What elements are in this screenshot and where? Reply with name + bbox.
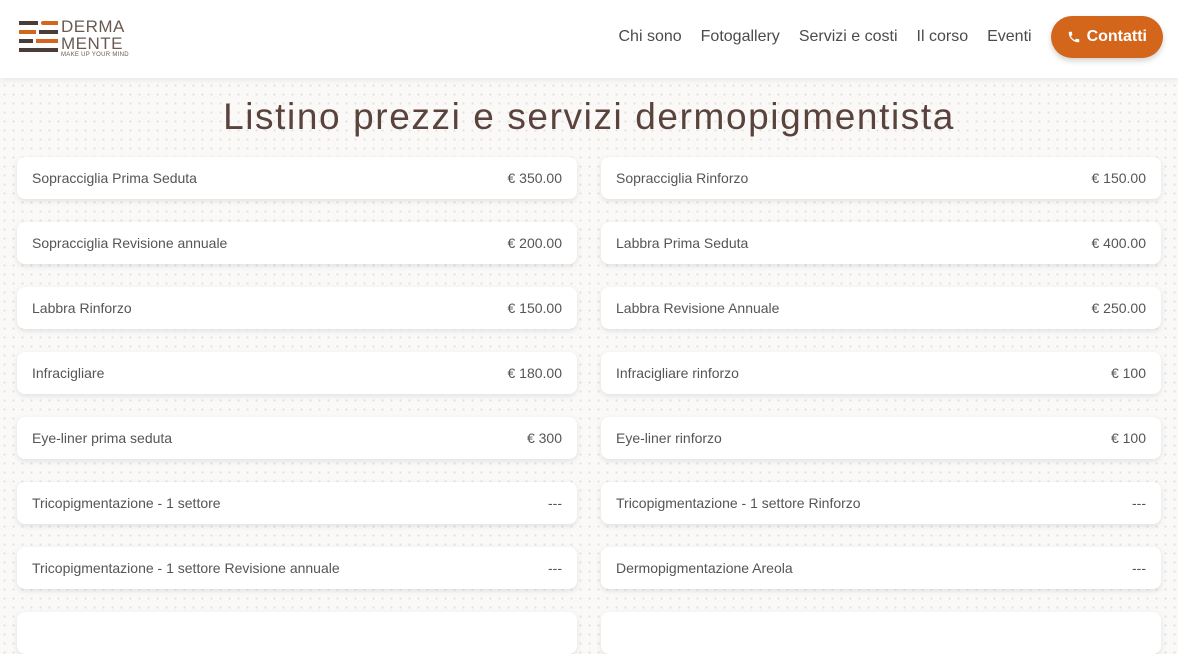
service-name: Dermopigmentazione Areola [616, 560, 793, 576]
service-row: Dermopigmentazione Areola --- [601, 547, 1161, 589]
service-row: Eye-liner rinforzo € 100 [601, 417, 1161, 459]
logo-tagline: MAKE UP YOUR MIND [61, 52, 129, 58]
service-price: --- [548, 495, 562, 511]
logo-wordmark: DERMA MENTE [61, 18, 125, 52]
service-name: Eye-liner prima seduta [32, 430, 173, 446]
service-price: --- [1132, 495, 1146, 511]
service-row: Tricopigmentazione - 1 settore --- [17, 482, 577, 524]
service-row: Sopracciglia Revisione annuale € 200.00 [17, 222, 577, 264]
phone-icon [1068, 31, 1079, 43]
service-price: € 200.00 [507, 235, 563, 251]
service-price: --- [548, 560, 562, 576]
service-row: Tricopigmentazione - 1 settore Revisione… [17, 547, 577, 589]
main-nav: Chi sono Fotogallery Servizi e costi Il … [600, 16, 1163, 58]
service-row: Sopracciglia Prima Seduta € 350.00 [17, 157, 577, 199]
service-row: Sopracciglia Rinforzo € 150.00 [601, 157, 1161, 199]
service-name: Infracigliare rinforzo [616, 365, 739, 381]
site-header: DERMA MENTE MAKE UP YOUR MIND Chi sono F… [0, 0, 1178, 78]
service-name: Labbra Revisione Annuale [616, 300, 780, 316]
brand-logo[interactable]: DERMA MENTE MAKE UP YOUR MIND [19, 18, 131, 60]
service-price: --- [1132, 560, 1146, 576]
service-row: Labbra Revisione Annuale € 250.00 [601, 287, 1161, 329]
service-name: Tricopigmentazione - 1 settore Revisione… [32, 560, 340, 576]
service-row: Infracigliare rinforzo € 100 [601, 352, 1161, 394]
contatti-button[interactable]: Contatti [1050, 16, 1163, 58]
service-price: € 400.00 [1091, 235, 1147, 251]
service-row: Labbra Rinforzo € 150.00 [17, 287, 577, 329]
service-name: Tricopigmentazione - 1 settore [32, 495, 221, 511]
service-row [17, 612, 577, 654]
nav-link-il-corso[interactable]: Il corso [917, 28, 969, 46]
page-title: Listino prezzi e servizi dermopigmentist… [223, 96, 955, 137]
logo-mark [19, 18, 59, 58]
service-name: Labbra Rinforzo [32, 300, 132, 316]
service-name: Sopracciglia Prima Seduta [32, 170, 197, 186]
service-row: Infracigliare € 180.00 [17, 352, 577, 394]
service-price: € 100 [1110, 430, 1146, 446]
services-price-list: Sopracciglia Prima Seduta € 350.00 Sopracc… [17, 157, 1161, 654]
service-name: Labbra Prima Seduta [616, 235, 749, 251]
service-price: € 300 [526, 430, 562, 446]
service-row: Tricopigmentazione - 1 settore Rinforzo -… [601, 482, 1161, 524]
service-price: € 100 [1110, 365, 1146, 381]
contatti-label: Contatti [1086, 28, 1147, 45]
service-name: Sopracciglia Rinforzo [616, 170, 749, 186]
logo-line-2: MENTE [61, 34, 123, 53]
service-name: Sopracciglia Revisione annuale [32, 235, 228, 251]
service-row: Eye-liner prima seduta € 300 [17, 417, 577, 459]
nav-link-chi-sono[interactable]: Chi sono [619, 28, 682, 46]
service-price: € 350.00 [507, 170, 563, 186]
service-name: Tricopigmentazione - 1 settore Rinforzo [616, 495, 861, 511]
nav-link-fotogallery[interactable]: Fotogallery [701, 28, 780, 46]
service-price: € 150.00 [507, 300, 563, 316]
service-row [601, 612, 1161, 654]
service-price: € 150.00 [1091, 170, 1147, 186]
service-row: Labbra Prima Seduta € 400.00 [601, 222, 1161, 264]
service-price: € 250.00 [1091, 300, 1147, 316]
service-price: € 180.00 [507, 365, 563, 381]
nav-link-eventi[interactable]: Eventi [987, 28, 1031, 46]
nav-link-servizi-e-costi[interactable]: Servizi e costi [799, 28, 898, 46]
service-name: Infracigliare [32, 365, 105, 381]
service-name: Eye-liner rinforzo [616, 430, 722, 446]
